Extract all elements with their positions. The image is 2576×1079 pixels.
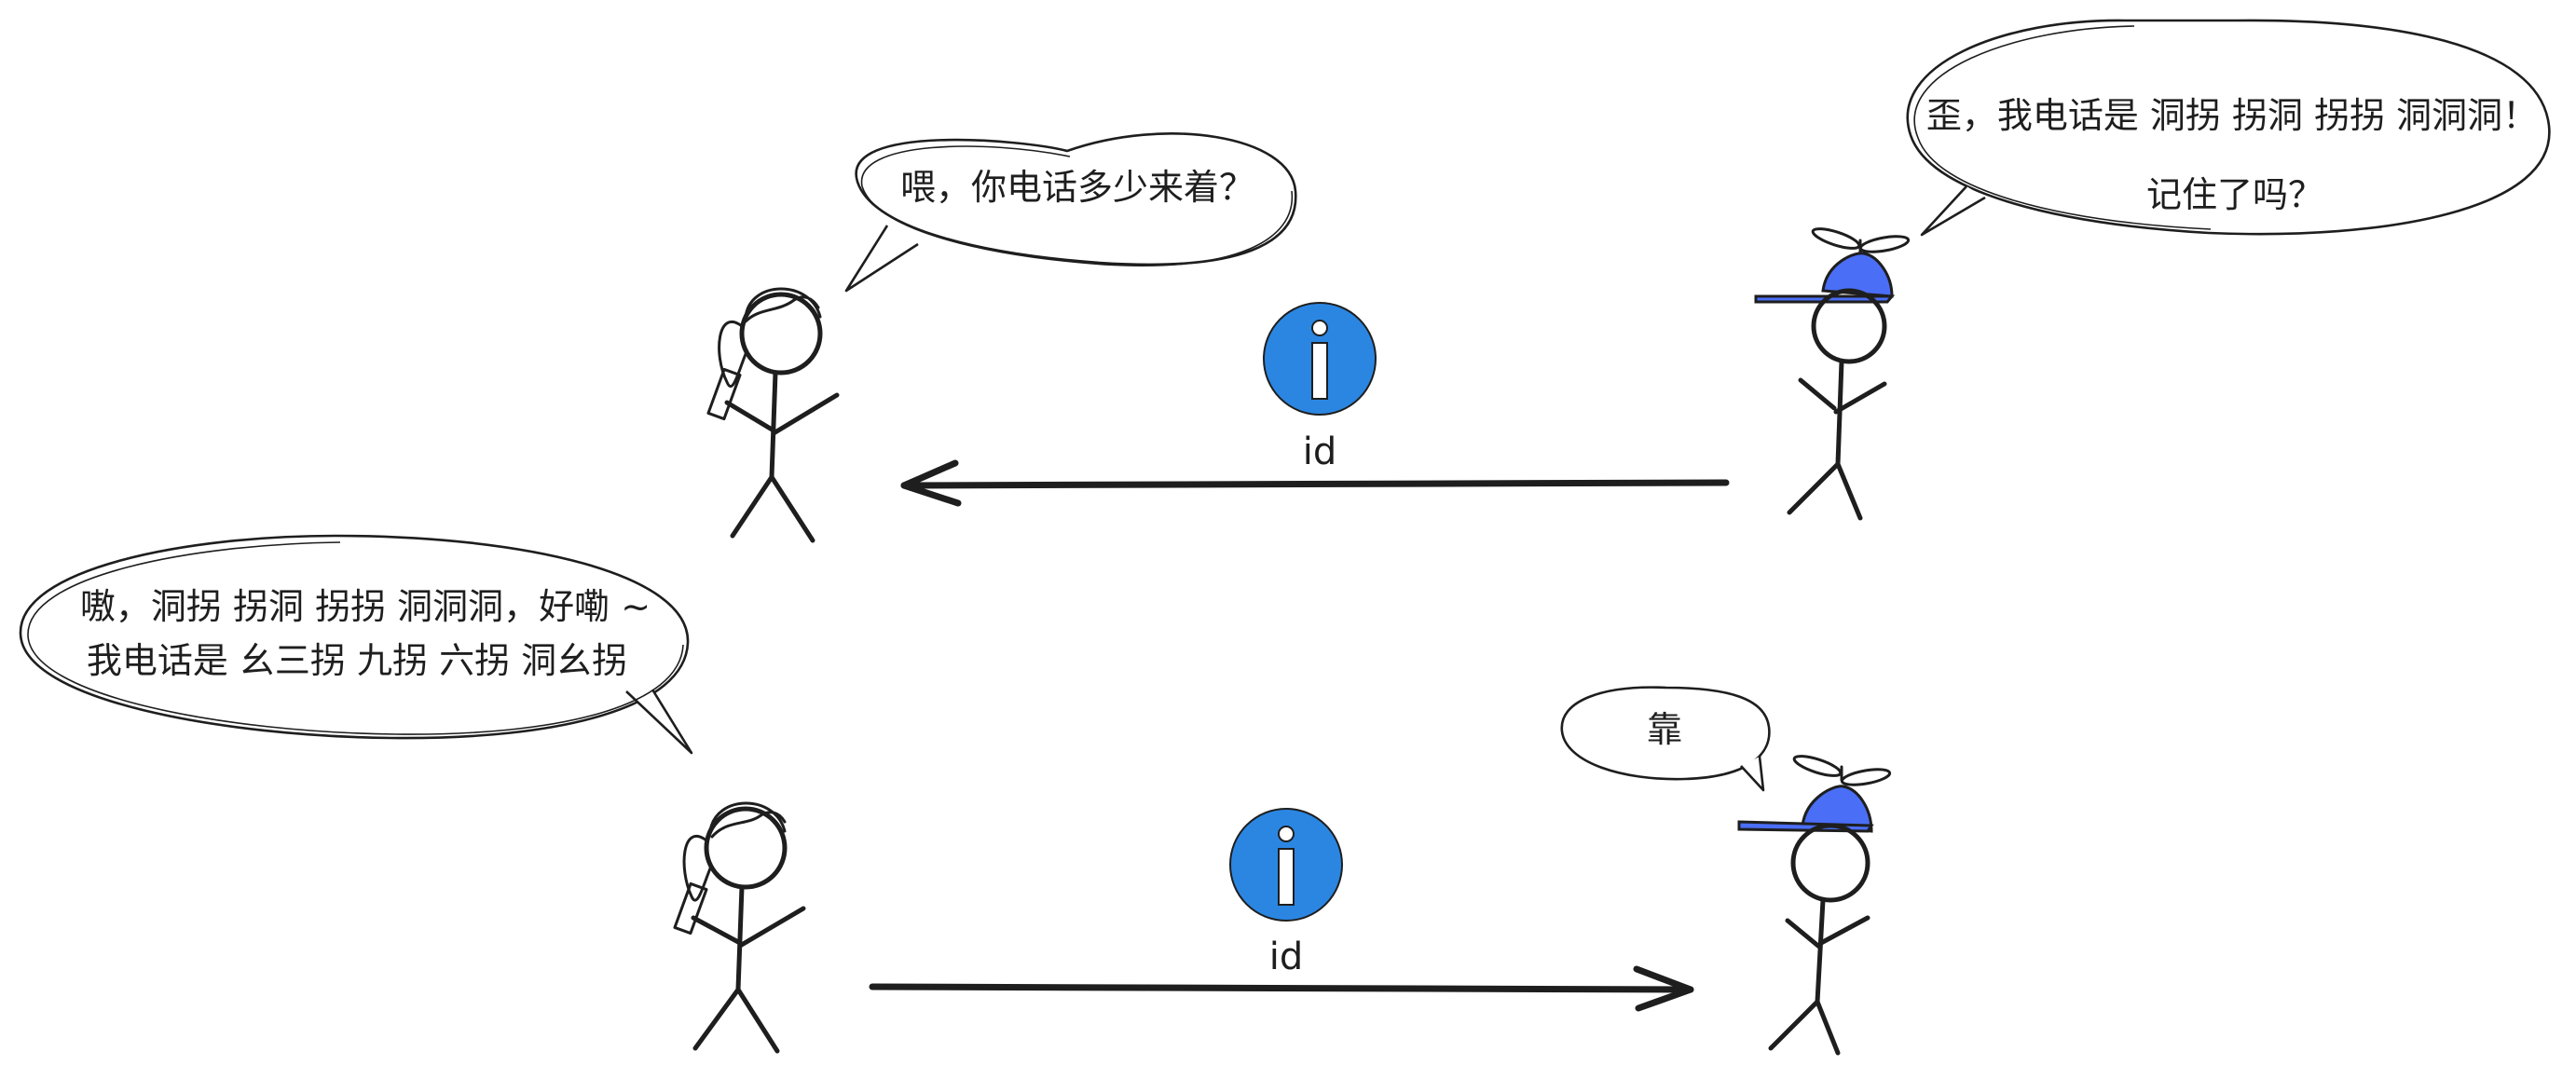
girl-bubble-text-top: 喂，你电话多少来着？ — [900, 167, 1254, 208]
diagram-canvas: 喂，你电话多少来着？ 歪，我电话是 洞拐 拐洞 拐拐 洞洞洞！ 记住了吗？ id… — [0, 0, 2576, 1074]
boy-bubble-text-top-line1: 歪，我电话是 洞拐 拐洞 拐拐 洞洞洞！ — [1926, 95, 2538, 136]
girl-figure-top — [706, 287, 840, 543]
diagram-svg: 喂，你电话多少来着？ 歪，我电话是 洞拐 拐洞 拐拐 洞洞洞！ 记住了吗？ id… — [19, 19, 2551, 1056]
boy-speech-bubble-top: 歪，我电话是 洞拐 拐洞 拐拐 洞洞洞！ 记住了吗？ — [1906, 19, 2551, 237]
boy-bubble-text-top-line2: 记住了吗？ — [2146, 174, 2323, 215]
boy-figure-bottom — [1737, 755, 1892, 1056]
boy-speech-bubble-bottom: 靠 — [1560, 686, 1771, 792]
girl-bubble-text-bottom-line1: 嗷，洞拐 拐洞 拐拐 洞洞洞，好嘞 ~ — [80, 586, 651, 627]
girl-speech-bubble-bottom: 嗷，洞拐 拐洞 拐拐 洞洞洞，好嘞 ~ 我电话是 幺三拐 九拐 六拐 洞幺拐 — [19, 534, 693, 755]
info-icon — [1263, 302, 1377, 416]
boy-figure-top — [1754, 227, 1911, 521]
message-label-bottom: id — [1269, 936, 1304, 978]
girl-bubble-text-bottom-line2: 我电话是 幺三拐 九拐 六拐 洞幺拐 — [87, 640, 627, 681]
boy-bubble-text-bottom: 靠 — [1647, 709, 1682, 750]
info-icon — [1229, 808, 1343, 922]
message-label-top: id — [1303, 430, 1337, 473]
girl-speech-bubble-top: 喂，你电话多少来着？ — [844, 132, 1297, 293]
girl-figure-bottom — [673, 801, 806, 1054]
